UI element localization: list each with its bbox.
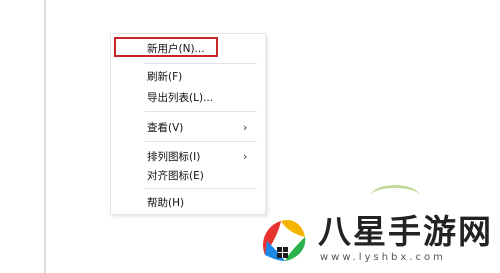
window-left-border	[44, 0, 46, 273]
menu-item-help[interactable]: 帮助(H)	[111, 192, 265, 212]
menu-item-refresh[interactable]: 刷新(F)	[111, 66, 265, 86]
menu-separator	[145, 141, 257, 142]
colored-leaf-logo-icon	[262, 219, 306, 261]
menu-item-arrange-icons[interactable]: 排列图标(I) ›	[111, 146, 265, 166]
menu-item-label: 帮助(H)	[147, 196, 185, 209]
menu-item-label: 导出列表(L)...	[147, 91, 214, 104]
menu-item-label: 查看(V)	[147, 121, 184, 134]
menu-separator	[145, 63, 257, 64]
menu-item-label: 对齐图标(E)	[147, 169, 204, 182]
menu-item-align-icons[interactable]: 对齐图标(E)	[111, 165, 265, 185]
menu-item-export-list[interactable]: 导出列表(L)...	[111, 87, 265, 107]
menu-item-view[interactable]: 查看(V) ›	[111, 117, 265, 137]
submenu-arrow-icon: ›	[243, 149, 248, 163]
menu-item-label: 排列图标(I)	[147, 150, 201, 163]
menu-separator	[145, 111, 257, 112]
menu-item-new-user[interactable]: 新用户(N)...	[111, 38, 265, 58]
submenu-arrow-icon: ›	[243, 120, 248, 134]
menu-item-label: 新用户(N)...	[147, 42, 205, 55]
watermark-title: 八星手游网	[318, 212, 493, 251]
watermark-url: www.lyshbx.com	[320, 252, 446, 263]
menu-separator	[145, 188, 257, 189]
context-menu: 新用户(N)... 刷新(F) 导出列表(L)... 查看(V) › 排列图标(…	[110, 33, 266, 215]
watermark-arc	[370, 185, 420, 208]
menu-item-label: 刷新(F)	[147, 70, 183, 83]
